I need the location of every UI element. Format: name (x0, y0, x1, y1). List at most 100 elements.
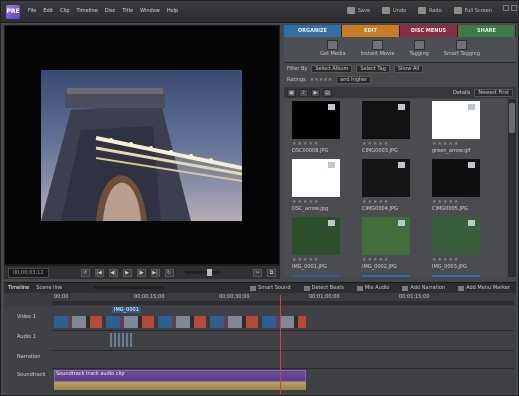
media-item[interactable]: ★★★★★IMG_0005.JPG (358, 275, 420, 277)
menu-timeline[interactable]: Timeline (77, 8, 98, 14)
fullscreen-preview-button[interactable]: ⧉ (267, 268, 276, 277)
tag-dropdown[interactable]: Select Tag (356, 65, 390, 73)
menu-help[interactable]: Help (167, 8, 178, 14)
menu-window[interactable]: Window (140, 8, 160, 14)
audio-filter-icon[interactable]: ♪ (299, 88, 308, 97)
tab-edit[interactable]: EDIT (342, 25, 400, 37)
media-rating-stars[interactable]: ★★★★★ (362, 141, 389, 147)
shuttle-slider[interactable] (184, 269, 221, 276)
media-item[interactable]: ★★★★★ DSC_arrow.jpg (288, 159, 350, 217)
instant-movie-button[interactable]: Instant Movie (361, 40, 394, 62)
rating-stars[interactable]: ★★★★★ (310, 77, 332, 83)
close-button[interactable] (511, 5, 517, 11)
step-back-button[interactable]: ◀| (108, 268, 118, 277)
detect-beats-icon (303, 285, 310, 291)
image-filter-icon[interactable]: ▣ (287, 88, 296, 97)
undo-icon (382, 7, 391, 14)
menu-clip[interactable]: Clip (60, 8, 69, 14)
media-grid: ★★★★★ DSC00008.JPG ★★★★★ CIMG0003.JPG ★★★★★ g… (284, 99, 506, 277)
tab-share[interactable]: SHARE (458, 25, 516, 37)
media-rating-stars[interactable]: ★★★★★ (292, 257, 319, 263)
go-to-start-button[interactable]: |◀ (94, 268, 104, 277)
add-menu-marker-button[interactable]: Add Menu Marker (458, 285, 510, 291)
get-media-button[interactable]: Get Media (320, 40, 346, 62)
step-forward-button[interactable]: |▶ (136, 268, 146, 277)
timecode-display[interactable]: 00;00;03;12 (8, 267, 49, 278)
ruler-zoom-slider[interactable] (94, 286, 164, 289)
play-button[interactable]: ▶ (122, 268, 132, 277)
ruler-tick: 00;00 (54, 294, 69, 300)
timeline-ruler[interactable]: 00;00 00;00;15;00 00;00;30;00 00;01;00;0… (4, 286, 516, 306)
media-scrollbar[interactable] (508, 99, 516, 277)
video-clips-strip[interactable] (54, 316, 306, 328)
tagging-button[interactable]: Tagging (409, 40, 429, 62)
redo-button[interactable]: Redo (418, 7, 442, 14)
media-item[interactable]: ★★★★★ IMG_0002.JPG (358, 217, 420, 275)
menu-file[interactable]: File (28, 8, 36, 14)
add-narration-button[interactable]: Add Narration (402, 285, 445, 291)
tab-scene-line[interactable]: Scene line (36, 285, 62, 291)
media-rating-stars[interactable]: ★★★★★ (432, 199, 459, 205)
rewind-button[interactable]: ↺ (80, 268, 90, 277)
detect-beats-button[interactable]: Detect Beats (303, 285, 344, 291)
playhead[interactable] (280, 295, 281, 394)
rating-dropdown[interactable]: and higher (336, 76, 372, 84)
media-item[interactable]: ★★★★★ CIMG0004.JPG (358, 159, 420, 217)
split-clip-button[interactable]: ✂ (253, 268, 262, 277)
media-item[interactable]: ★★★★★IMG_0006.JPG (428, 275, 490, 277)
media-rating-stars[interactable]: ★★★★★ (432, 141, 459, 147)
get-media-icon (327, 40, 339, 50)
scroll-thumb[interactable] (509, 103, 515, 133)
media-item[interactable]: ★★★★★IMG_0004.JPG (288, 275, 350, 277)
menu-title[interactable]: Title (122, 8, 133, 14)
sort-dropdown[interactable]: Newest First (474, 88, 513, 97)
minimize-button[interactable] (503, 5, 509, 11)
go-to-end-button[interactable]: ▶| (150, 268, 160, 277)
menu-disc[interactable]: Disc (105, 8, 116, 14)
album-dropdown[interactable]: Select Album (311, 65, 353, 73)
ruler-tick: 00;00;30;00 (219, 294, 250, 300)
smart-sound-button[interactable]: Smart Sound (250, 285, 291, 291)
app-logo: PRE (6, 5, 20, 19)
menu-edit[interactable]: Edit (43, 8, 53, 14)
media-thumbnail[interactable] (432, 275, 480, 277)
media-item[interactable]: ★★★★★ IMG_0003.JPG (428, 217, 490, 275)
mix-audio-icon (356, 285, 363, 291)
project-filter-icon[interactable]: ▤ (323, 88, 332, 97)
details-toggle[interactable]: Details (453, 90, 470, 96)
tab-timeline[interactable]: Timeline (8, 285, 29, 291)
media-item[interactable]: ★★★★★ DSC00008.JPG (288, 101, 350, 159)
media-thumbnail[interactable] (292, 275, 340, 277)
audio-clip[interactable] (110, 333, 134, 347)
fullscreen-button[interactable]: Full Screen (453, 7, 492, 14)
media-rating-stars[interactable]: ★★★★★ (362, 199, 389, 205)
bridge-tower-picture (41, 88, 242, 221)
mix-audio-button[interactable]: Mix Audio (356, 285, 389, 291)
media-rating-stars[interactable]: ★★★★★ (292, 199, 319, 205)
media-item[interactable]: ★★★★★ CIMG0003.JPG (358, 101, 420, 159)
media-rating-stars[interactable]: ★★★★★ (292, 141, 319, 147)
media-caption: CIMG0004.JPG (362, 206, 398, 212)
soundtrack-clip-2[interactable] (54, 382, 306, 390)
marker-icon (458, 285, 465, 291)
ruler-work-area[interactable] (52, 301, 514, 305)
loop-button[interactable]: ↻ (164, 268, 174, 277)
media-item[interactable]: ★★★★★ green_arrow.gif (428, 101, 490, 159)
show-all-button[interactable]: Show All (393, 65, 424, 73)
monitor-preview-image (41, 70, 242, 221)
video-filter-icon[interactable]: ▶ (311, 88, 320, 97)
menu-list: File Edit Clip Timeline Disc Title Windo… (28, 8, 178, 14)
tab-disc-menus[interactable]: DISC MENUS (400, 25, 458, 37)
rating-row: Ratings ★★★★★ and higher (284, 75, 516, 85)
media-thumbnail[interactable] (362, 275, 410, 277)
media-rating-stars[interactable]: ★★★★★ (432, 257, 459, 263)
media-item[interactable]: ★★★★★ IMG_0001.JPG (288, 217, 350, 275)
media-rating-stars[interactable]: ★★★★★ (362, 257, 389, 263)
undo-button[interactable]: Undo (382, 7, 406, 14)
media-type-icon (328, 104, 335, 110)
smart-tagging-button[interactable]: Smart Tagging (444, 40, 480, 62)
save-button[interactable]: Save (346, 7, 370, 14)
media-item[interactable]: ★★★★★ CIMG0005.JPG (428, 159, 490, 217)
tab-organize[interactable]: ORGANIZE (284, 25, 342, 37)
ruler-tick: 00;00;15;00 (134, 294, 165, 300)
